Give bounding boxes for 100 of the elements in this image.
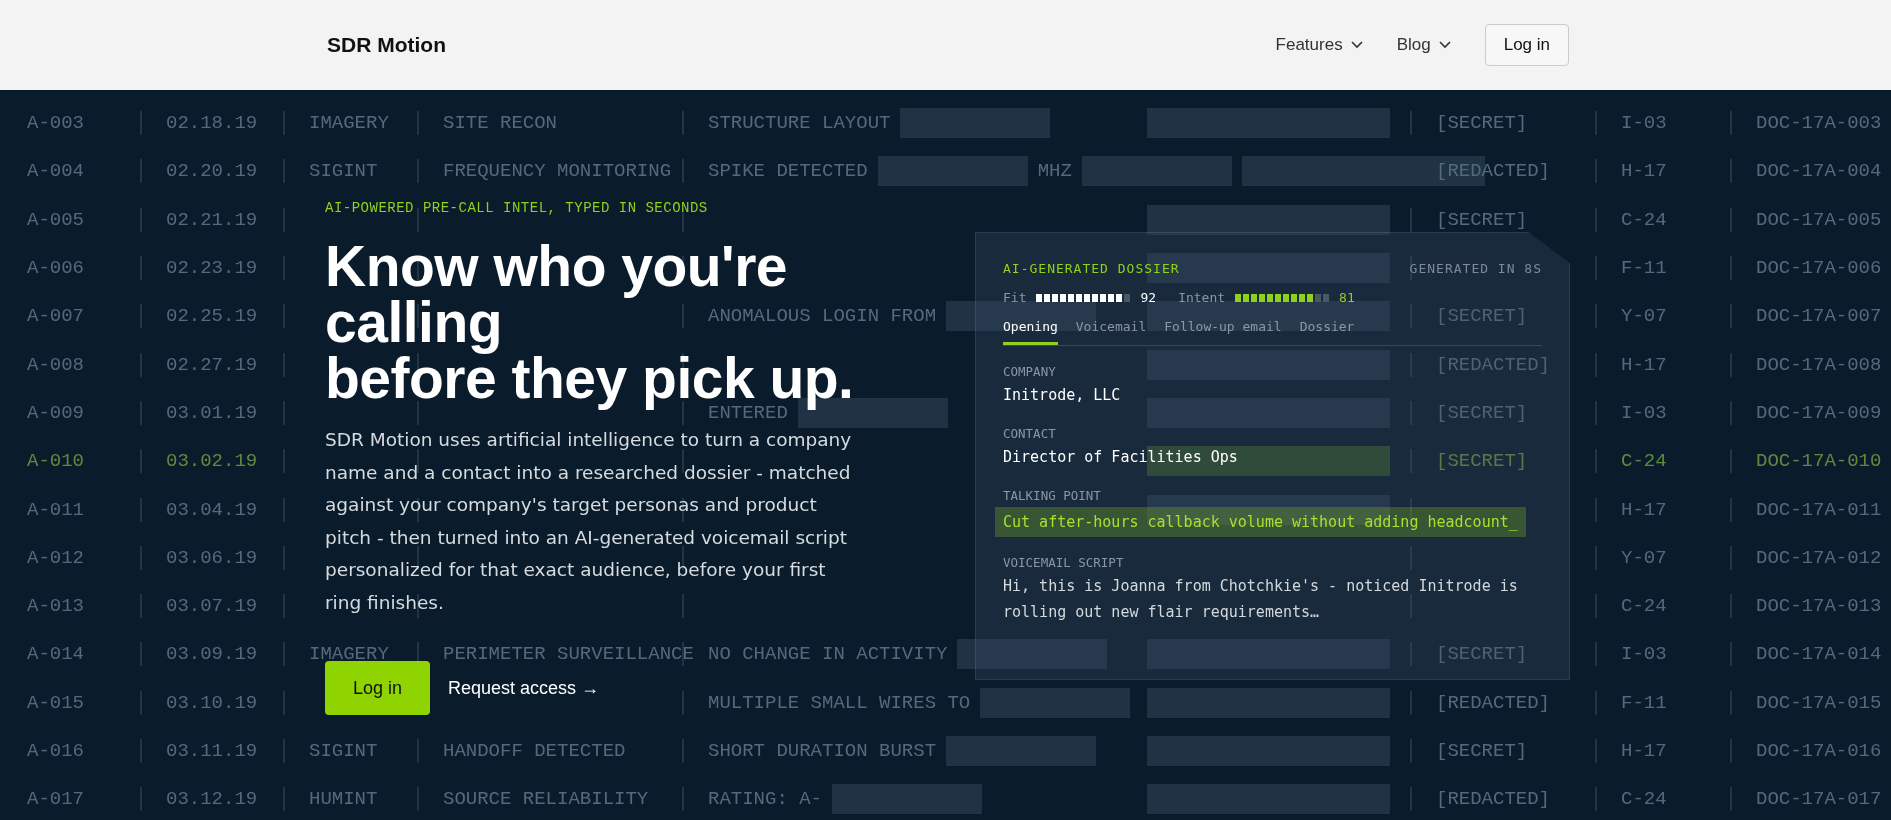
table-cell: DOC-17A-016 xyxy=(1756,740,1882,762)
table-cell: 03.07.19 xyxy=(166,595,258,618)
table-cell: IMAGERY xyxy=(309,112,389,135)
field-label: COMPANY xyxy=(1003,364,1056,379)
table-cell: A-010 xyxy=(27,450,84,473)
table-cell: H-17 xyxy=(1621,740,1667,762)
table-cell: MHZ xyxy=(1037,160,1072,183)
tab[interactable]: Opening xyxy=(1003,319,1058,345)
table-cell: 02.18.19 xyxy=(166,112,258,135)
table-cell: A-013 xyxy=(27,595,84,618)
tab[interactable]: Follow-up email xyxy=(1164,319,1282,345)
table-cell: [SECRET] xyxy=(1436,740,1528,762)
table-cell: H-17 xyxy=(1621,160,1667,183)
table-cell: 03.10.19 xyxy=(166,691,258,714)
table-cell: SITE RECON xyxy=(443,112,558,135)
table-cell: SIGINT xyxy=(309,160,378,183)
table-cell: A-004 xyxy=(27,160,84,183)
table-cell: 03.09.19 xyxy=(166,643,258,666)
table-cell: [REDACTED] xyxy=(1436,788,1551,811)
table-cell: 02.21.19 xyxy=(166,208,258,231)
table-cell: SIGINT xyxy=(309,740,378,762)
field-value: Initrode, LLC xyxy=(1003,385,1121,406)
table-cell: DOC-17A-005 xyxy=(1756,208,1882,231)
table-cell: MULTIPLE SMALL WIRES TO xyxy=(708,691,971,714)
table-cell: A-011 xyxy=(27,498,84,521)
table-cell: [REDACTED] xyxy=(1436,160,1551,183)
table-cell: SPIKE DETECTED xyxy=(708,160,868,183)
logo[interactable]: SDR Motion xyxy=(327,33,446,57)
table-cell: [SECRET] xyxy=(1436,450,1528,473)
table-cell: A-008 xyxy=(27,353,84,376)
table-cell: DOC-17A-004 xyxy=(1756,160,1882,183)
table-cell: DOC-17A-013 xyxy=(1756,595,1882,618)
table-cell: C-24 xyxy=(1621,208,1667,231)
table-cell: [SECRET] xyxy=(1436,305,1528,328)
field-value: Hi, this is Joanna from Chotchkie's - noticed Initrode is rolling out new flair requirements… xyxy=(1003,576,1519,623)
table-cell: DOC-17A-014 xyxy=(1756,643,1882,666)
table-cell: 03.01.19 xyxy=(166,401,258,424)
table-cell: I-03 xyxy=(1621,643,1667,666)
table-cell: [SECRET] xyxy=(1436,208,1528,231)
table-cell: F-11 xyxy=(1621,257,1667,280)
score-value: 92 xyxy=(1140,290,1157,305)
table-cell: [REDACTED] xyxy=(1436,691,1551,714)
table-cell: [SECRET] xyxy=(1436,401,1528,424)
table-cell: C-24 xyxy=(1621,595,1667,618)
eyebrow-text: AI-POWERED PRE-CALL INTEL, TYPED IN SECONDS xyxy=(325,200,709,216)
table-cell: RATING: A- xyxy=(708,788,823,811)
table-cell: I-03 xyxy=(1621,401,1667,424)
table-cell: DOC-17A-015 xyxy=(1756,691,1882,714)
tab[interactable]: Dossier xyxy=(1299,319,1355,345)
table-cell: I-03 xyxy=(1621,112,1667,135)
table-cell: A-005 xyxy=(27,208,84,231)
table-cell: ANOMALOUS LOGIN FROM xyxy=(708,305,937,328)
table-cell: 02.27.19 xyxy=(166,353,258,376)
caret-icon xyxy=(1438,41,1451,49)
table-cell: STRUCTURE LAYOUT xyxy=(708,112,891,135)
table-cell: Y-07 xyxy=(1621,305,1667,328)
table-cell: 03.12.19 xyxy=(166,788,258,811)
table-cell: DOC-17A-003 xyxy=(1756,112,1882,135)
table-cell: FREQUENCY MONITORING xyxy=(443,160,672,183)
caret-icon xyxy=(1350,41,1363,49)
table-cell: 02.20.19 xyxy=(166,160,258,183)
table-cell: Y-07 xyxy=(1621,546,1667,569)
table-cell: [SECRET] xyxy=(1436,112,1528,135)
nav-menu[interactable]: Blog xyxy=(1396,35,1451,55)
table-cell: HUMINT xyxy=(309,788,378,811)
table-cell: A-014 xyxy=(27,643,84,666)
table-cell: DOC-17A-010 xyxy=(1756,450,1882,473)
field-label: TALKING POINT xyxy=(1003,488,1101,503)
table-cell: H-17 xyxy=(1621,498,1667,521)
table-cell: A-016 xyxy=(27,740,84,762)
score-value: 81 xyxy=(1339,290,1355,305)
table-cell: DOC-17A-007 xyxy=(1756,305,1882,328)
table-cell: A-009 xyxy=(27,401,84,424)
table-cell: DOC-17A-008 xyxy=(1756,353,1882,376)
table-cell: A-007 xyxy=(27,305,84,328)
table-cell: 03.06.19 xyxy=(166,546,258,569)
request-access-link[interactable]: Request access → xyxy=(448,677,600,699)
table-cell: A-015 xyxy=(27,691,84,714)
table-cell: [SECRET] xyxy=(1436,643,1528,666)
table-cell: DOC-17A-006 xyxy=(1756,257,1882,280)
generated-time: GENERATED IN 8S xyxy=(1409,261,1542,276)
table-cell: 03.04.19 xyxy=(166,498,258,521)
description: SDR Motion uses artificial intelligence to turn a company name and a contact into a researched dossier - matched against your company's target personas and product pitch - then turned into an AI-generated voicemail script personalized for that exact audience, before your first ring finishes. xyxy=(325,428,853,615)
table-cell: C-24 xyxy=(1621,450,1667,473)
card-title: AI-GENERATED DOSSIER xyxy=(1003,261,1180,276)
table-cell: A-017 xyxy=(27,788,84,811)
table-cell: PERIMETER SURVEILLANCE xyxy=(443,643,694,666)
nav-menu[interactable]: Features xyxy=(1275,35,1363,55)
field-label: VOICEMAIL SCRIPT xyxy=(1003,555,1124,570)
login-button[interactable]: Log in xyxy=(325,661,431,715)
table-cell: DOC-17A-017 xyxy=(1756,788,1882,811)
tab[interactable]: Voicemail xyxy=(1075,319,1147,345)
table-cell: H-17 xyxy=(1621,353,1667,376)
table-cell: C-24 xyxy=(1621,788,1667,811)
field-label: CONTACT xyxy=(1003,426,1056,441)
table-cell: NO CHANGE IN ACTIVITY xyxy=(708,643,948,666)
table-cell: 02.25.19 xyxy=(166,305,258,328)
table-cell: HANDOFF DETECTED xyxy=(443,740,626,762)
meter-label: Intent xyxy=(1178,290,1226,305)
login-button[interactable]: Log in xyxy=(1484,24,1569,66)
